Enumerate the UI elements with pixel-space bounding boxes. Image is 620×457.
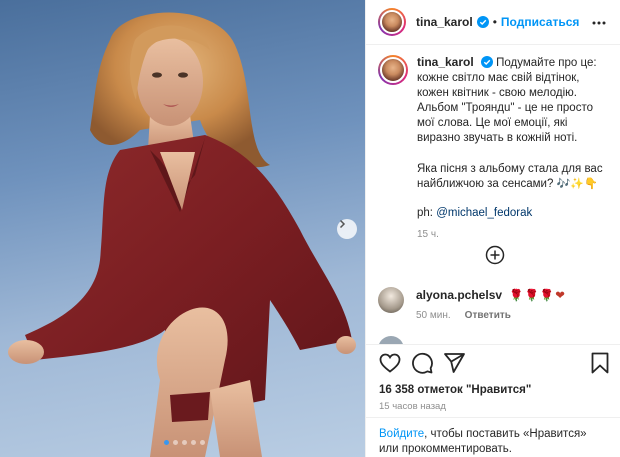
caption-username[interactable]: tina_karol [417, 55, 474, 69]
author-username[interactable]: tina_karol [416, 15, 473, 29]
post-media[interactable] [0, 0, 365, 457]
plus-circle-icon[interactable] [485, 245, 505, 265]
reply-button[interactable]: Ответить [465, 310, 511, 321]
author-avatar[interactable] [378, 8, 406, 36]
caption-emojis: 🎶✨👇 [556, 178, 598, 190]
post-actions [366, 344, 620, 380]
carousel-dot [191, 440, 196, 445]
next-commenter-avatar[interactable] [378, 336, 404, 344]
photographer-mention-link[interactable]: @michael_fedorak [436, 207, 532, 219]
commenter-username[interactable]: alyona.pchelsv [416, 288, 502, 302]
caption-text: Подумайте про це: кожне світло має свій … [417, 57, 597, 144]
post-photo [8, 12, 356, 457]
post-timestamp[interactable]: 15 часов назад [379, 401, 446, 412]
carousel-next-button[interactable] [337, 219, 357, 239]
carousel-dot [164, 440, 169, 445]
post-caption: tina_karol Подумайте про це: кожне світл… [378, 55, 613, 242]
carousel-dot [182, 440, 187, 445]
caption-author-avatar[interactable] [378, 55, 408, 85]
comment-text: 🌹🌹🌹❤ [509, 290, 566, 302]
heart-icon[interactable] [378, 351, 402, 375]
comment-time: 50 мин. [416, 310, 451, 321]
post-header: tina_karol • Подписаться [366, 0, 620, 45]
more-options-icon[interactable] [591, 15, 607, 31]
post-side-panel: tina_karol • Подписаться tina_karol Поду… [365, 0, 620, 457]
separator-dot: • [492, 15, 497, 29]
chevron-right-icon [339, 219, 346, 229]
verified-badge-icon [480, 56, 493, 68]
carousel-dot [173, 440, 178, 445]
commenter-avatar[interactable] [378, 287, 404, 313]
comment-icon[interactable] [410, 351, 434, 375]
comment-item: alyona.pchelsv 🌹🌹🌹❤ 50 мин. Ответить [378, 287, 613, 321]
login-prompt: Войдите, чтобы поставить «Нравится» или … [366, 417, 620, 457]
login-link[interactable]: Войдите [379, 428, 424, 440]
carousel-indicator [164, 440, 205, 445]
bookmark-icon[interactable] [589, 351, 611, 375]
likes-count[interactable]: 16 358 отметок "Нравится" [379, 384, 531, 396]
paper-plane-icon[interactable] [442, 351, 466, 375]
carousel-dot [200, 440, 205, 445]
verified-badge-icon [476, 16, 489, 28]
caption-time[interactable]: 15 ч. [417, 227, 607, 242]
follow-button[interactable]: Подписаться [501, 15, 579, 29]
credit-prefix: ph: [417, 207, 437, 219]
